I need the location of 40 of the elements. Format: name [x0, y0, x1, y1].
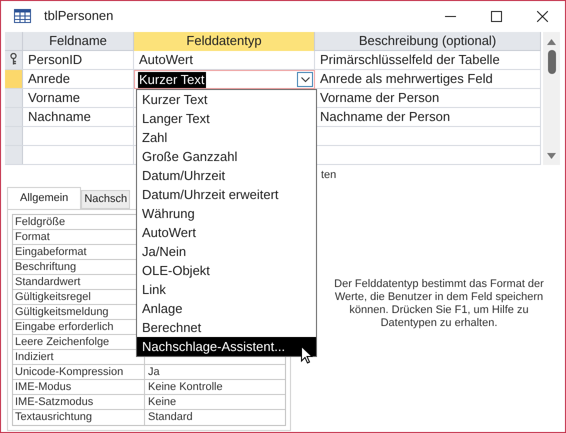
scroll-down-icon [547, 153, 556, 159]
property-label: Textausrichtung [13, 410, 145, 425]
dropdown-item[interactable]: Nachschlage-Assistent... [137, 337, 316, 356]
table-icon [14, 9, 31, 23]
property-label: IME-Modus [13, 380, 145, 394]
tab[interactable]: Allgemein [7, 187, 82, 209]
table-cell[interactable]: Anrede als mehrwertiges Feld [315, 70, 541, 88]
property-value[interactable]: Standard [145, 410, 285, 425]
scroll-thumb[interactable] [548, 50, 556, 74]
property-value[interactable]: Ja [145, 365, 285, 379]
dropdown-item[interactable]: Große Ganzzahl [137, 147, 316, 166]
key-icon [10, 53, 17, 65]
property-value[interactable]: Keine [145, 395, 285, 409]
help-text: Der Felddatentyp bestimmt das Format der Werte, die Benutzer in dem Feld speichern können. Drücken Sie F1, um Hilfe zu Datentypen zu erhalten. [333, 278, 545, 330]
tab[interactable]: Nachsch [81, 190, 130, 209]
close-icon [536, 10, 548, 22]
window-title: tblPersonen [44, 7, 114, 26]
property-label: IME-Satzmodus [13, 395, 145, 409]
column-header[interactable]: Felddatentyp [134, 32, 315, 51]
dropdown-item[interactable]: Zahl [137, 128, 316, 147]
chevron-down-icon [300, 76, 310, 82]
table-cell[interactable]: AutoWert [134, 51, 315, 69]
table-cell[interactable]: Vorname [23, 89, 134, 107]
dropdown-button[interactable] [297, 72, 313, 87]
table-cell[interactable]: Nachname [23, 108, 134, 126]
dropdown-item[interactable]: Datum/Uhrzeit [137, 166, 316, 185]
property-value[interactable]: Keine Kontrolle [145, 380, 285, 394]
section-label: ten [321, 168, 338, 183]
scrollbar[interactable] [543, 32, 560, 165]
row-selector[interactable] [5, 51, 23, 69]
scroll-up-icon [547, 39, 556, 45]
maximize-icon [490, 10, 502, 22]
dropdown-item[interactable]: Kurzer Text [137, 90, 316, 109]
property-label: Unicode-Kompression [13, 365, 145, 379]
table-cell[interactable]: PersonID [23, 51, 134, 69]
table-cell[interactable]: Anrede [23, 70, 134, 88]
column-header[interactable]: Beschreibung (optional) [315, 32, 541, 51]
dropdown-item[interactable]: Langer Text [137, 109, 316, 128]
dropdown-item[interactable]: Datum/Uhrzeit erweitert [137, 185, 316, 204]
table-cell[interactable]: Primärschlüsselfeld der Tabelle [315, 51, 541, 69]
